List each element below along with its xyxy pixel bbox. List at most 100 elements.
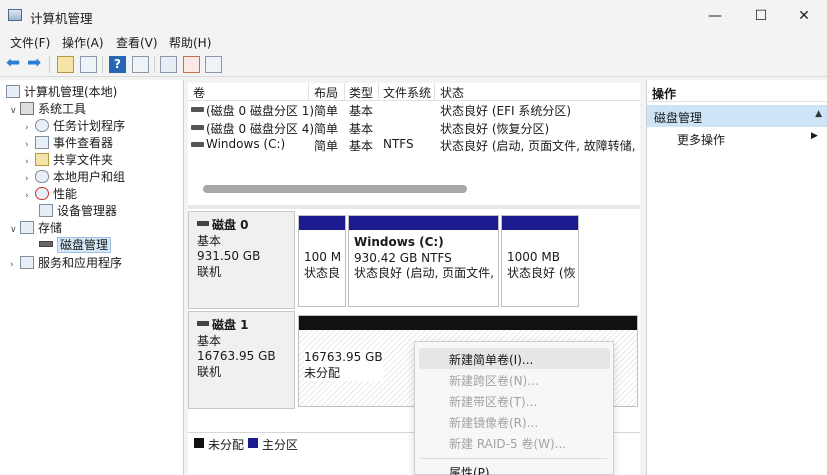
menu-file[interactable]: 文件(F)	[10, 34, 50, 51]
minimize-button[interactable]: —	[692, 0, 738, 32]
toolbar-separator	[154, 56, 155, 73]
chevron-right-icon[interactable]: ›	[25, 157, 35, 167]
chevron-right-icon[interactable]: ›	[25, 123, 35, 133]
close-button[interactable]: ✕	[781, 0, 827, 32]
table-row[interactable]: (磁盘 0 磁盘分区 1) 简单 基本 状态良好 (EFI 系统分区)	[188, 101, 640, 118]
disk-icon	[197, 221, 209, 226]
event-viewer-icon	[35, 136, 49, 149]
tree-item-device-manager[interactable]: 设备管理器	[35, 202, 117, 219]
tree-item-system-tools[interactable]: ∨ 系统工具	[10, 100, 86, 117]
menu-view[interactable]: 查看(V)	[116, 34, 158, 51]
menu-item-new-raid5-volume[interactable]: 新建 RAID-5 卷(W)...	[449, 435, 566, 452]
volume-icon	[191, 125, 204, 130]
column-header-layout[interactable]: 布局	[314, 84, 338, 101]
column-divider[interactable]	[308, 83, 309, 101]
disk-icon	[39, 241, 53, 247]
disk-size: 931.50 GB	[197, 249, 261, 263]
disk-0-label[interactable]: 磁盘 0 基本 931.50 GB 联机	[188, 211, 295, 309]
chevron-down-icon[interactable]: ∨	[10, 106, 20, 116]
menu-help[interactable]: 帮助(H)	[169, 34, 211, 51]
actions-section-disk-management[interactable]: 磁盘管理 ▲	[647, 105, 827, 127]
chevron-down-icon[interactable]: ∨	[10, 225, 20, 235]
column-header-filesystem[interactable]: 文件系统	[383, 84, 431, 101]
cell-volume: (磁盘 0 磁盘分区 1)	[206, 104, 315, 118]
menu-bar: 文件(F) 操作(A) 查看(V) 帮助(H)	[0, 32, 827, 52]
chevron-right-icon[interactable]: ›	[25, 140, 35, 150]
disk-1-label[interactable]: 磁盘 1 基本 16763.95 GB 联机	[188, 311, 295, 409]
tree-item-task-scheduler[interactable]: › 任务计划程序	[25, 117, 125, 134]
actions-pane: 操作 磁盘管理 ▲ 更多操作 ▶	[646, 80, 827, 475]
toolbar-separator	[102, 56, 103, 73]
column-header-type[interactable]: 类型	[349, 84, 373, 101]
menu-item-new-spanned-volume[interactable]: 新建跨区卷(N)...	[449, 372, 539, 389]
shared-folder-icon	[35, 153, 49, 166]
maximize-button[interactable]: ☐	[738, 0, 784, 32]
tools-icon	[20, 102, 34, 115]
actions-header: 操作	[647, 82, 827, 102]
partition-recovery[interactable]: 1000 MB 状态良好 (恢	[501, 215, 579, 307]
cell-type: 基本	[349, 104, 374, 118]
chevron-right-icon[interactable]: ›	[10, 260, 20, 270]
chevron-right-icon[interactable]: ›	[25, 191, 35, 201]
users-icon	[35, 170, 49, 183]
performance-icon	[35, 187, 49, 200]
disk-type: 基本	[197, 333, 222, 348]
cell-volume: Windows (C:)	[206, 137, 286, 151]
table-row[interactable]: Windows (C:) 简单 基本 NTFS 状态良好 (启动, 页面文件, …	[188, 136, 640, 153]
disk-name: 磁盘 1	[212, 318, 249, 332]
export-icon[interactable]	[160, 56, 177, 73]
computer-icon	[6, 85, 20, 98]
back-icon[interactable]: ⬅	[6, 55, 23, 73]
storage-icon	[20, 221, 34, 234]
table-row[interactable]: (磁盘 0 磁盘分区 4) 简单 基本 状态良好 (恢复分区)	[188, 119, 640, 136]
column-divider[interactable]	[378, 83, 379, 101]
menu-item-new-simple-volume[interactable]: 新建简单卷(I)...	[449, 351, 533, 368]
up-folder-icon[interactable]	[57, 56, 74, 73]
horizontal-scrollbar[interactable]	[203, 185, 467, 193]
submenu-arrow-icon[interactable]: ▶	[811, 131, 818, 141]
toolbar: ⬅ ➡ ?	[0, 53, 827, 77]
disk-name: 磁盘 0	[212, 218, 249, 232]
help-icon[interactable]: ?	[109, 56, 126, 73]
properties-icon[interactable]	[132, 56, 149, 73]
menu-item-new-mirrored-volume[interactable]: 新建镜像卷(R)...	[449, 414, 538, 431]
legend-swatch-unallocated	[194, 438, 204, 448]
menu-item-properties[interactable]: 属性(P)	[449, 464, 490, 475]
context-menu: 新建简单卷(I)... 新建跨区卷(N)... 新建带区卷(T)... 新建镜像…	[414, 341, 614, 475]
list-icon[interactable]	[205, 56, 222, 73]
column-divider[interactable]	[344, 83, 345, 101]
title-bar: 计算机管理 — ☐ ✕	[0, 0, 827, 32]
menu-action[interactable]: 操作(A)	[62, 34, 104, 51]
forward-icon[interactable]: ➡	[27, 55, 44, 73]
column-divider[interactable]	[434, 83, 435, 101]
cell-filesystem: NTFS	[383, 137, 414, 151]
tree-item-services-apps[interactable]: › 服务和应用程序	[10, 254, 122, 271]
collapse-up-icon[interactable]: ▲	[815, 109, 822, 119]
tree-root[interactable]: 计算机管理(本地)	[6, 83, 117, 100]
show-hide-tree-icon[interactable]	[80, 56, 97, 73]
disk-state: 联机	[197, 364, 222, 379]
partition-efi[interactable]: 100 M 状态良	[298, 215, 346, 307]
tree-item-shared-folders[interactable]: › 共享文件夹	[25, 151, 113, 168]
tree-item-local-users[interactable]: › 本地用户和组	[25, 168, 125, 185]
chevron-right-icon[interactable]: ›	[25, 174, 35, 184]
check-icon[interactable]	[183, 56, 200, 73]
device-manager-icon	[39, 204, 53, 217]
tree-item-performance[interactable]: › 性能	[25, 185, 77, 202]
tree-item-storage[interactable]: ∨ 存储	[10, 219, 62, 236]
column-header-status[interactable]: 状态	[440, 84, 464, 101]
volume-icon	[191, 142, 204, 147]
legend-label-unallocated: 未分配	[208, 438, 245, 452]
disk-type: 基本	[197, 233, 222, 248]
clock-icon	[35, 119, 49, 132]
legend-label-primary: 主分区	[262, 438, 299, 452]
more-actions-item[interactable]: 更多操作	[677, 131, 725, 148]
cell-status: 状态良好 (EFI 系统分区)	[440, 104, 572, 118]
cell-layout: 简单	[314, 122, 339, 136]
partition-windows-c[interactable]: Windows (C:) 930.42 GB NTFS 状态良好 (启动, 页面…	[348, 215, 499, 307]
tree-item-disk-management[interactable]: 磁盘管理	[39, 236, 112, 253]
tree-item-event-viewer[interactable]: › 事件查看器	[25, 134, 113, 151]
disk-state: 联机	[197, 264, 222, 279]
column-header-volume[interactable]: 卷	[193, 84, 205, 101]
menu-item-new-striped-volume[interactable]: 新建带区卷(T)...	[449, 393, 537, 410]
